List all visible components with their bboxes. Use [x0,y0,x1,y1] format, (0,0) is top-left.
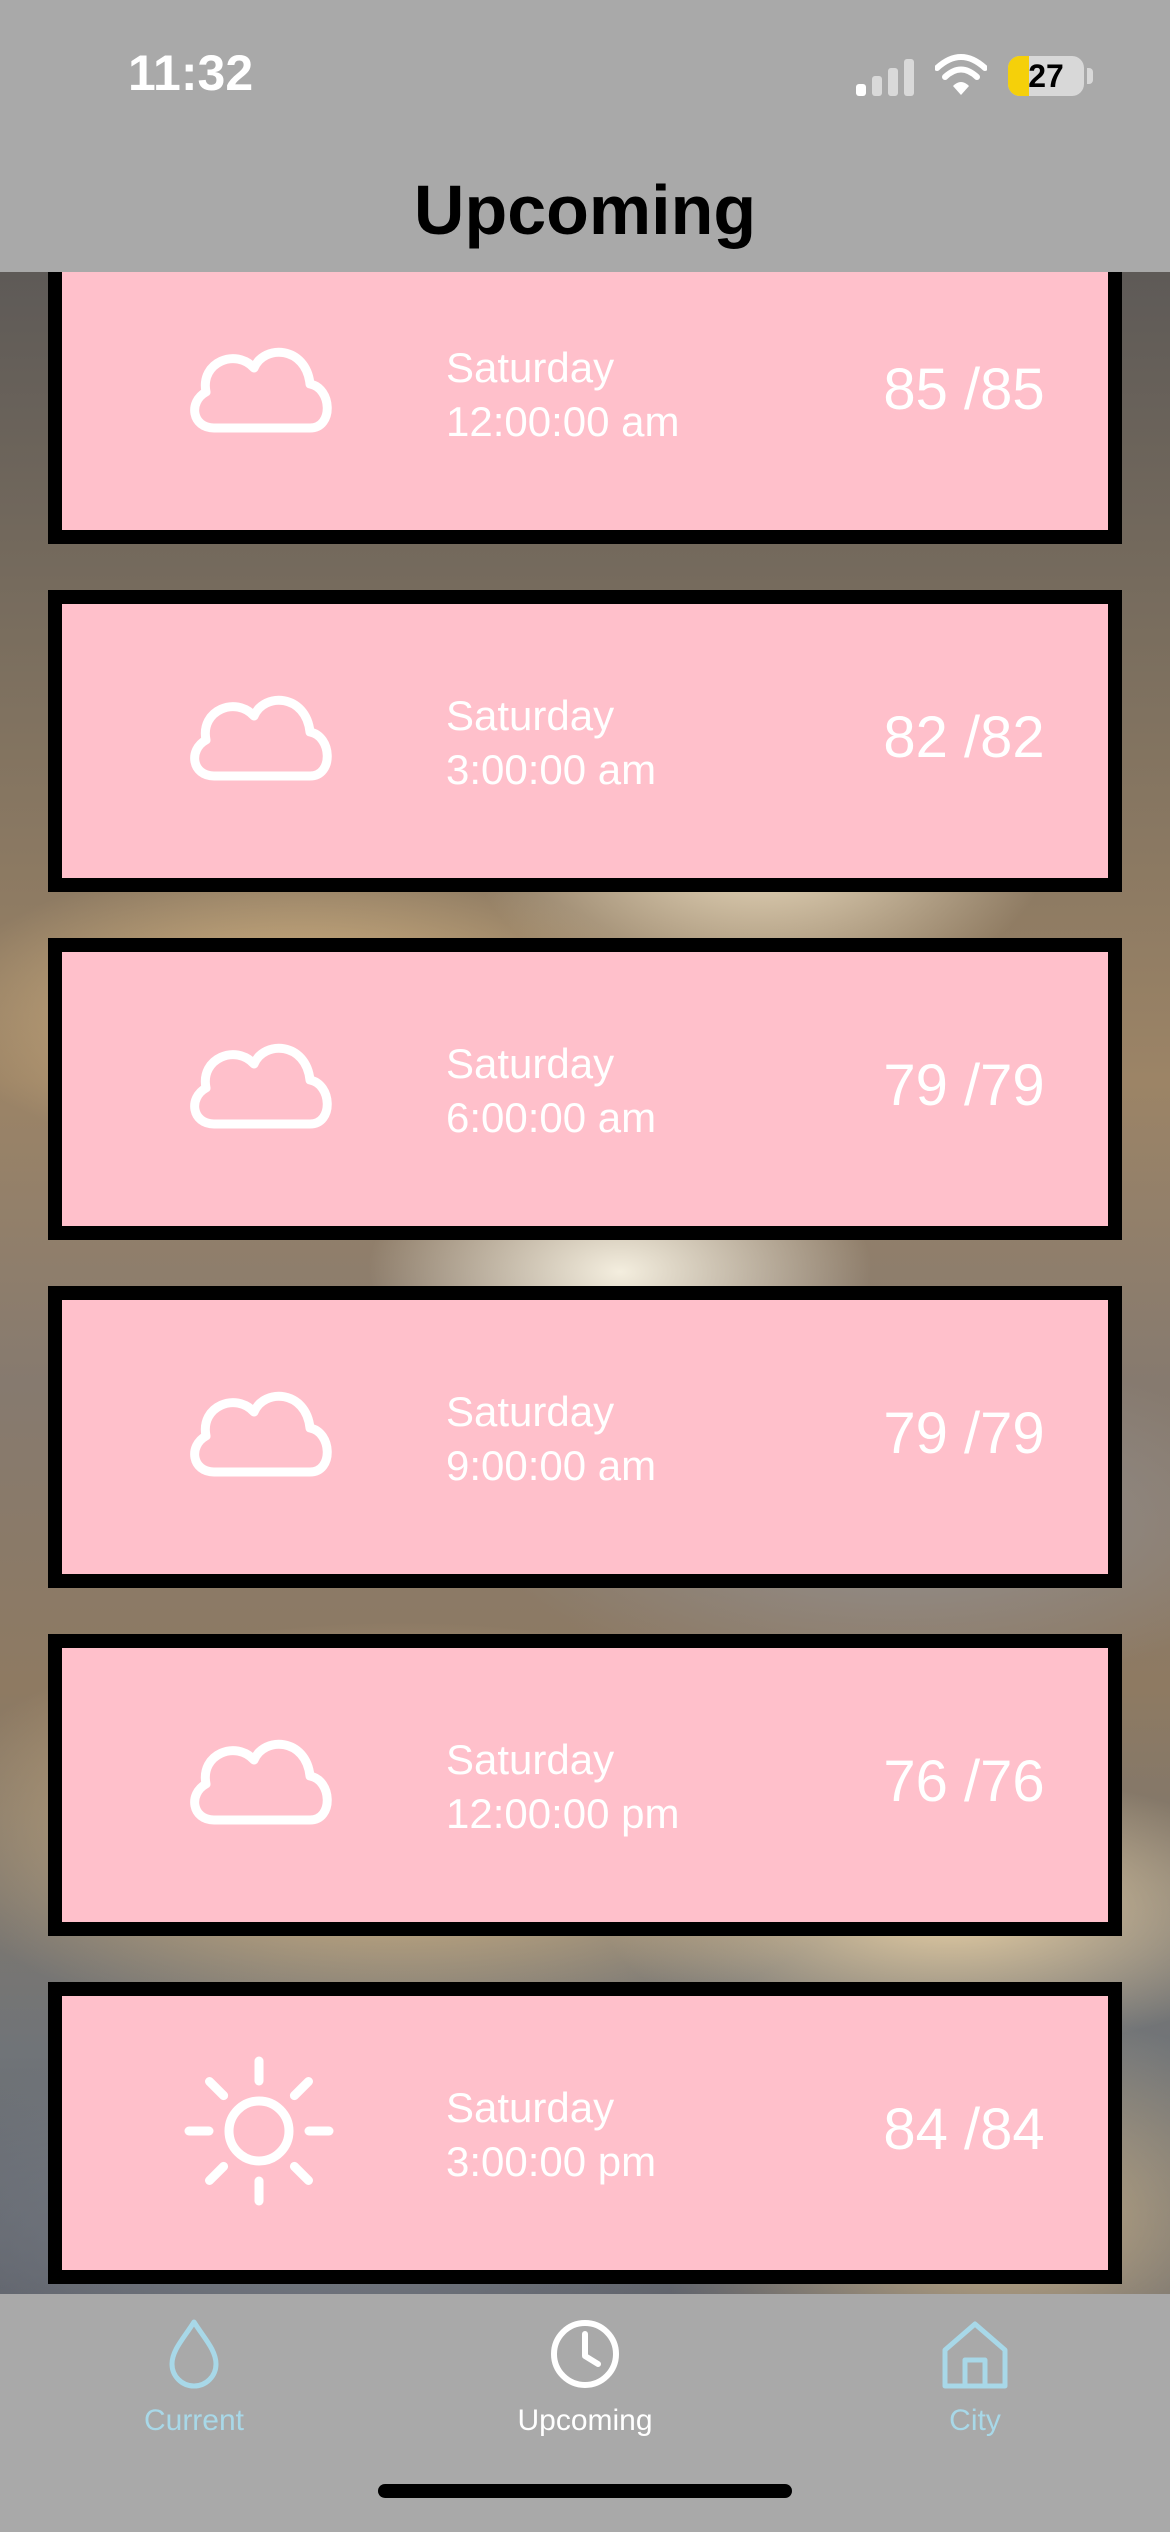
drop-icon [169,2319,219,2389]
tab-city[interactable]: City [855,2314,1095,2484]
forecast-temp: 84 /84 [883,2097,1045,2162]
forecast-time: 12:00:00 pm [446,1790,680,1837]
forecast-time: 12:00:00 am [446,398,680,445]
forecast-day: Saturday [446,1040,615,1087]
forecast-day: Saturday [446,1736,615,1783]
tab-label-city: City [949,2404,1001,2437]
sun-icon [174,2046,344,2216]
forecast-card[interactable]: Saturday 12:00:00 pm 76 /76 [48,1634,1122,1936]
forecast-card[interactable]: Saturday 6:00:00 am 79 /79 [48,938,1122,1240]
cellular-signal-icon [856,58,916,96]
forecast-temp: 82 /82 [883,705,1045,770]
forecast-time: 3:00:00 am [446,746,657,793]
forecast-temp: 85 /85 [883,357,1045,422]
forecast-temp: 76 /76 [883,1749,1045,1814]
status-bar: 11:32 27 [0,0,1170,150]
battery-tip [1087,68,1093,84]
cloud-icon [174,1698,344,1868]
wifi-icon [935,54,987,95]
forecast-day: Saturday [446,1388,615,1435]
battery-percent: 27 [1028,58,1064,94]
forecast-list[interactable]: Saturday 12:00:00 am 85 /85 Saturday 3:00:00… [0,272,1170,2294]
forecast-time: 9:00:00 am [446,1442,657,1489]
clock-icon [551,2320,619,2388]
cloud-icon [174,306,344,476]
forecast-temp: 79 /79 [883,1401,1045,1466]
battery-icon: 27 [1008,56,1084,96]
house-icon [942,2321,1008,2389]
forecast-day: Saturday [446,2084,615,2131]
tab-label-current: Current [143,2404,245,2437]
cloud-icon [174,1350,344,1520]
forecast-time: 6:00:00 am [446,1094,657,1141]
forecast-card[interactable]: Saturday 9:00:00 am 79 /79 [48,1286,1122,1588]
tab-label-upcoming: Upcoming [517,2404,653,2437]
tab-current[interactable]: Current [74,2314,314,2484]
nav-header: Upcoming [0,150,1170,272]
forecast-time: 3:00:00 pm [446,2138,657,2185]
forecast-day: Saturday [446,344,615,391]
home-indicator[interactable] [378,2484,792,2498]
cloud-icon [174,1002,344,1172]
page-title: Upcoming [413,171,757,249]
forecast-day: Saturday [446,692,615,739]
forecast-card[interactable]: Saturday 3:00:00 pm 84 /84 [48,1982,1122,2284]
tab-upcoming[interactable]: Upcoming [465,2314,705,2484]
cloud-icon [174,654,344,824]
forecast-temp: 79 /79 [883,1053,1045,1118]
forecast-card[interactable]: Saturday 12:00:00 am 85 /85 [48,272,1122,544]
status-time: 11:32 [128,45,254,101]
forecast-card[interactable]: Saturday 3:00:00 am 82 /82 [48,590,1122,892]
